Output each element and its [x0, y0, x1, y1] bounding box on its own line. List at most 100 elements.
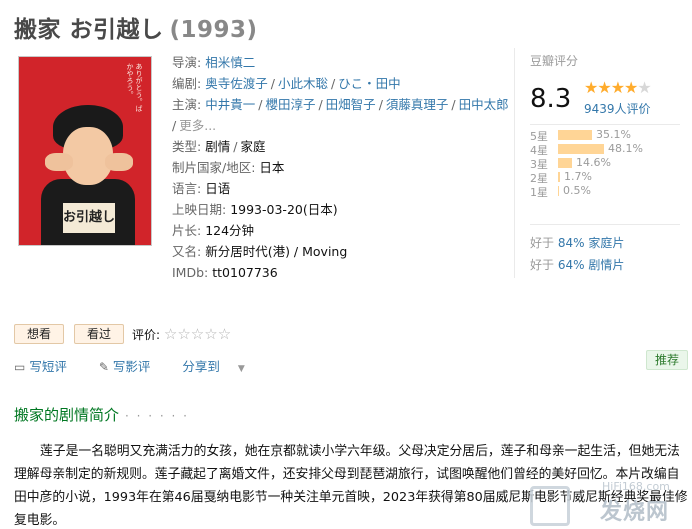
rating-bar-percent: 35.1% — [596, 128, 631, 141]
divider — [530, 224, 680, 225]
synopsis-heading: 搬家的剧情简介 · · · · · · — [14, 404, 189, 425]
rating-stars: ★★★★★ — [584, 78, 652, 97]
language-label: 语言: — [172, 181, 202, 196]
rating-distribution: 5星 35.1% 4星 48.1% 3星 14.6% 2星 1.7% 1星 0.5% — [530, 128, 680, 199]
rating-score: 8.3 — [530, 84, 572, 114]
cast-link[interactable]: 田畑智子 — [326, 97, 376, 112]
release-value: 1993-03-20(日本) — [230, 202, 338, 217]
rating-bar-row: 2星 1.7% — [530, 170, 680, 185]
write-short-review-label: 写短评 — [29, 359, 67, 374]
better-than-prefix: 好于 — [530, 258, 555, 272]
poster-tagline: ありがとう。ばかやろう。 — [126, 63, 143, 112]
rating-bar — [558, 186, 559, 196]
better-than-item: 好于 64% 剧情片 — [530, 254, 624, 276]
movie-year: (1993) — [169, 17, 258, 43]
cast-row: 主演: 中井貴一 / 櫻田淳子 / 田畑智子 / 須藤真理子 / 田中太郎 — [172, 97, 509, 112]
cast-link[interactable]: 須藤真理子 — [386, 97, 449, 112]
writers-row: 编剧: 奥寺佐渡子 / 小此木聡 / ひこ・田中 — [172, 76, 401, 91]
recommend-button[interactable]: 推荐 — [646, 350, 688, 370]
cast-more-link[interactable]: 更多... — [179, 118, 216, 133]
better-than-item: 好于 84% 家庭片 — [530, 232, 624, 254]
writer-link[interactable]: ひこ・田中 — [338, 76, 401, 91]
language-row: 语言: 日语 — [172, 178, 502, 199]
watermark: HiFi168.com 发烧网 — [530, 476, 690, 528]
writers-label: 编剧: — [172, 76, 202, 91]
pencil-icon: ✎ — [98, 360, 109, 374]
rating-bar-row: 4星 48.1% — [530, 142, 680, 157]
cast-link[interactable]: 櫻田淳子 — [265, 97, 315, 112]
rating-bar-row: 1星 0.5% — [530, 184, 680, 199]
genre-value: 家庭 — [240, 139, 266, 154]
rating-divider — [514, 48, 515, 278]
movie-poster[interactable]: ありがとう。ばかやろう。 お引越し — [18, 56, 152, 246]
star-icon: ★ — [624, 78, 638, 97]
rating-bar-percent: 48.1% — [608, 142, 643, 155]
share-menu[interactable]: 分享到 ▼ — [182, 359, 258, 374]
movie-info: 导演: 相米慎二 编剧: 奥寺佐渡子 / 小此木聡 / ひこ・田中 主演: 中井貴一 / 櫻… — [172, 52, 509, 283]
genre-value: 剧情 — [205, 139, 231, 154]
poster-sign: お引越し — [63, 203, 115, 233]
director-link[interactable]: 相米慎二 — [205, 55, 255, 70]
rating-bar-percent: 0.5% — [563, 184, 591, 197]
rate-star-icon[interactable]: ☆ — [177, 325, 190, 343]
genre-row: 类型: 剧情 / 家庭 — [172, 139, 266, 154]
director-row: 导演: 相米慎二 — [172, 52, 502, 73]
release-row: 上映日期: 1993-03-20(日本) — [172, 199, 502, 220]
write-short-review[interactable]: ▭ 写短评 — [14, 359, 81, 374]
synopsis-dots: · · · · · · — [125, 409, 189, 423]
rate-star-icon[interactable]: ☆ — [191, 325, 204, 343]
watermark-url: HiFi168.com — [602, 480, 670, 493]
rating-bar — [558, 130, 592, 140]
movie-name: 搬家 お引越し — [14, 17, 164, 43]
rating-bar-level: 1星 — [530, 186, 548, 199]
star-empty-icon: ★ — [637, 78, 651, 97]
rating-count-link[interactable]: 9439人评价 — [584, 100, 651, 117]
rating-bar-percent: 1.7% — [564, 170, 592, 183]
star-icon: ★ — [610, 78, 625, 97]
share-label: 分享到 — [182, 359, 220, 374]
write-review[interactable]: ✎ 写影评 — [99, 359, 165, 374]
aka-label: 又名: — [172, 244, 202, 259]
rating-bar — [558, 144, 604, 154]
runtime-label: 片长: — [172, 223, 202, 238]
writer-link[interactable]: 小此木聡 — [278, 76, 328, 91]
rate-label: 评价: — [132, 328, 161, 342]
synopsis-title: 搬家的剧情简介 — [14, 406, 120, 424]
runtime-value: 124分钟 — [205, 223, 255, 238]
aka-row: 又名: 新分居时代(港) / Moving — [172, 241, 502, 262]
better-than-prefix: 好于 — [530, 236, 555, 250]
cast-link[interactable]: 田中太郎 — [459, 97, 509, 112]
rate-star-icon[interactable]: ☆ — [204, 325, 217, 343]
want-to-watch-button[interactable]: 想看 — [14, 324, 64, 344]
release-label: 上映日期: — [172, 202, 227, 217]
director-label: 导演: — [172, 55, 202, 70]
rating-bar — [558, 158, 572, 168]
write-review-label: 写影评 — [112, 359, 151, 374]
rating-bar-row: 3星 14.6% — [530, 156, 680, 171]
better-than-link[interactable]: 64% 剧情片 — [558, 258, 625, 272]
chevron-down-icon: ▼ — [237, 364, 245, 374]
poster-hand-right — [105, 153, 133, 171]
better-than: 好于 84% 家庭片 好于 64% 剧情片 — [530, 232, 624, 276]
genre-label: 类型: — [172, 139, 202, 154]
imdb-value: tt0107736 — [212, 265, 278, 280]
cast-link[interactable]: 中井貴一 — [205, 97, 255, 112]
rating-bar-percent: 14.6% — [576, 156, 611, 169]
rating-bar-row: 5星 35.1% — [530, 128, 680, 143]
watched-button[interactable]: 看过 — [74, 324, 124, 344]
aka-value: 新分居时代(港) / Moving — [205, 244, 348, 259]
watermark-logo — [530, 486, 570, 526]
country-value: 日本 — [259, 160, 285, 175]
rating-bar — [558, 172, 560, 182]
rate-star-icon[interactable]: ☆ — [218, 325, 231, 343]
imdb-label: IMDb: — [172, 265, 209, 280]
runtime-row: 片长: 124分钟 — [172, 220, 502, 241]
divider — [530, 124, 680, 125]
action-links: ▭ 写短评 ✎ 写影评 分享到 ▼ — [14, 356, 273, 375]
cast-label: 主演: — [172, 97, 202, 112]
writer-link[interactable]: 奥寺佐渡子 — [205, 76, 268, 91]
rate-star-icon[interactable]: ☆ — [164, 325, 177, 343]
cast-row-continued: / 更多... — [172, 118, 217, 133]
star-icon: ★ — [597, 78, 611, 97]
better-than-link[interactable]: 84% 家庭片 — [558, 236, 625, 250]
